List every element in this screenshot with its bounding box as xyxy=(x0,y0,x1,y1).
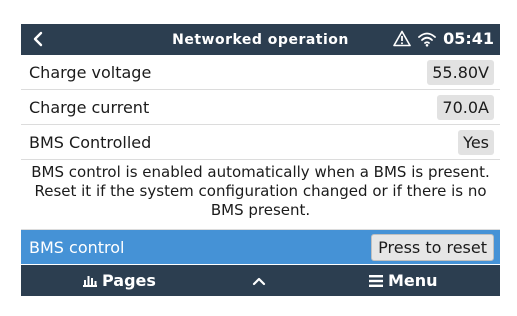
wifi-icon xyxy=(418,32,436,47)
footer-bar: Pages Menu xyxy=(21,265,500,296)
charge-voltage-value: 55.80V xyxy=(427,59,494,85)
bms-info-text: BMS control is enabled automatically whe… xyxy=(21,160,500,230)
device-screen: Networked operation 05:41 Charge voltage… xyxy=(21,24,500,296)
clock: 05:41 xyxy=(443,29,494,48)
status-area: 05:41 xyxy=(393,29,494,48)
scroll-up-button[interactable] xyxy=(252,276,266,286)
pages-icon xyxy=(83,276,97,287)
pages-label: Pages xyxy=(102,271,156,290)
warning-icon xyxy=(393,30,411,47)
bms-control-row[interactable]: BMS control Press to reset xyxy=(21,230,500,264)
charge-current-label: Charge current xyxy=(29,97,150,117)
menu-icon xyxy=(369,274,383,287)
charge-voltage-row[interactable]: Charge voltage 55.80V xyxy=(21,55,500,90)
bms-control-label: BMS control xyxy=(29,237,125,257)
charge-voltage-label: Charge voltage xyxy=(29,62,152,82)
bms-controlled-label: BMS Controlled xyxy=(29,132,152,152)
pages-button[interactable]: Pages xyxy=(83,271,156,290)
menu-button[interactable]: Menu xyxy=(369,271,438,290)
bms-controlled-row[interactable]: BMS Controlled Yes xyxy=(21,125,500,160)
bms-controlled-value: Yes xyxy=(458,129,494,155)
header-bar: Networked operation 05:41 xyxy=(21,24,500,55)
charge-current-row[interactable]: Charge current 70.0A xyxy=(21,90,500,125)
chevron-up-icon xyxy=(252,277,266,285)
press-to-reset-button[interactable]: Press to reset xyxy=(371,233,494,261)
menu-label: Menu xyxy=(388,271,438,290)
charge-current-value: 70.0A xyxy=(437,94,494,120)
